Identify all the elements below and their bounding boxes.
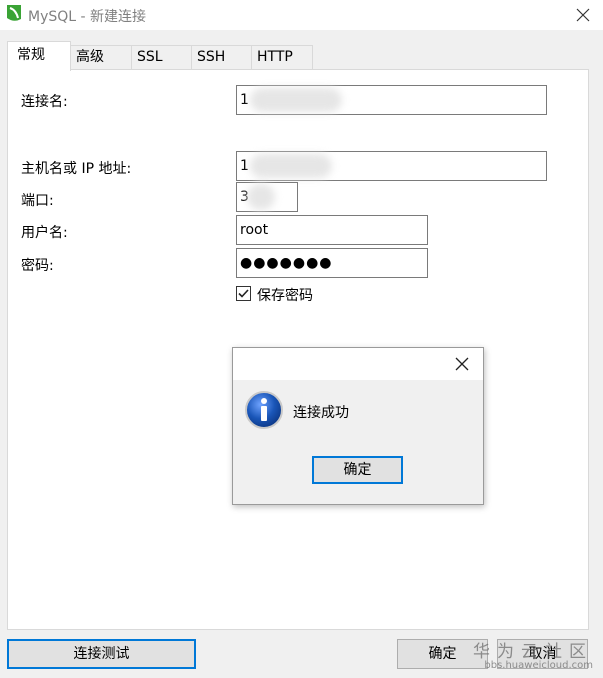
password-field[interactable]: ●●●●●●● bbox=[236, 248, 428, 278]
tab-ssl[interactable]: SSL bbox=[131, 45, 192, 70]
info-icon bbox=[245, 391, 283, 429]
new-connection-window: MySQL - 新建连接 常规 高级 SSL SSH HTTP 连接名: 1 主… bbox=[0, 0, 603, 678]
title-bar: MySQL - 新建连接 bbox=[0, 0, 603, 30]
tab-http[interactable]: HTTP bbox=[251, 45, 313, 70]
password-label: 密码: bbox=[21, 258, 54, 274]
username-label: 用户名: bbox=[21, 225, 68, 241]
watermark-sub: bbs.huaweicloud.com bbox=[484, 660, 593, 671]
password-value: ●●●●●●● bbox=[240, 255, 333, 271]
dialog-message: 连接成功 bbox=[293, 405, 349, 421]
save-password-checkbox[interactable] bbox=[236, 286, 251, 301]
redaction-blur bbox=[247, 184, 275, 210]
dialog-ok-button[interactable]: 确定 bbox=[312, 456, 403, 484]
host-label: 主机名或 IP 地址: bbox=[21, 161, 132, 177]
watermark: 华为云社区 bbs.huaweicloud.com bbox=[473, 637, 593, 671]
watermark-main: 华为云社区 bbox=[473, 642, 593, 662]
username-value: root bbox=[240, 222, 269, 238]
tab-general[interactable]: 常规 bbox=[7, 41, 71, 71]
redaction-blur bbox=[250, 154, 332, 178]
redaction-blur bbox=[250, 88, 342, 112]
dialog-title-bar bbox=[233, 348, 483, 380]
close-icon[interactable] bbox=[573, 5, 593, 25]
connection-success-dialog: 连接成功 确定 bbox=[232, 347, 484, 505]
port-label: 端口: bbox=[21, 193, 54, 209]
connection-name-value: 1 bbox=[240, 92, 249, 108]
test-connection-button[interactable]: 连接测试 bbox=[7, 639, 196, 669]
save-password-label: 保存密码 bbox=[257, 288, 313, 304]
close-icon[interactable] bbox=[454, 356, 470, 372]
checkmark-icon bbox=[238, 289, 249, 298]
navicat-leaf-icon bbox=[7, 5, 21, 21]
window-title: MySQL - 新建连接 bbox=[28, 9, 147, 25]
tab-ssh[interactable]: SSH bbox=[191, 45, 252, 70]
connection-name-label: 连接名: bbox=[21, 94, 68, 110]
host-value: 1 bbox=[240, 158, 249, 174]
tab-advanced[interactable]: 高级 bbox=[70, 45, 132, 70]
username-field[interactable]: root bbox=[236, 215, 428, 245]
